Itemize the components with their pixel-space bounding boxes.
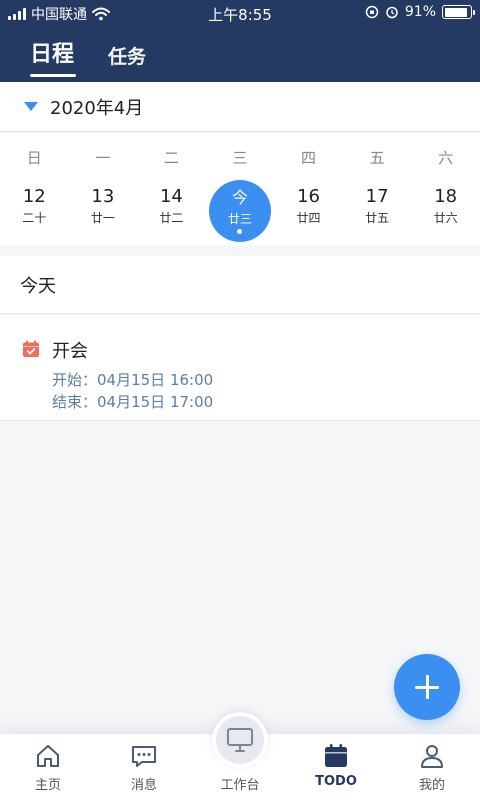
lunar-date: 廿四: [296, 211, 321, 225]
nav-label: 消息: [130, 778, 157, 793]
status-bar: 中国联通 上午8:55 91%: [0, 0, 480, 26]
date-number: 12: [22, 186, 46, 207]
section-title: 今天: [20, 275, 56, 297]
weekday-label: 四: [301, 149, 317, 167]
weekday-label: 三: [232, 149, 248, 167]
lunar-date: 二十: [22, 211, 47, 225]
user-icon: [421, 745, 443, 768]
nav-label: 我的: [418, 778, 445, 793]
date-cell[interactable]: 17 廿五: [343, 180, 412, 242]
status-right: 91%: [365, 4, 475, 20]
alarm-icon: [386, 6, 398, 19]
lunar-date: 廿二: [159, 211, 184, 225]
date-number: 18: [434, 186, 458, 207]
nav-item-todo[interactable]: TODO: [288, 734, 384, 800]
header-tabs: 日程 任务: [0, 30, 480, 80]
date-cell[interactable]: 12 二十: [0, 180, 69, 242]
orientation-lock-icon: [365, 5, 379, 19]
add-event-button[interactable]: [394, 654, 460, 720]
nav-label: TODO: [315, 774, 357, 789]
calendar-icon: [325, 744, 347, 767]
date-cell[interactable]: 13 廿一: [69, 180, 138, 242]
weekday-label: 日: [26, 149, 42, 167]
lunar-date: 廿一: [90, 211, 115, 225]
weekday-row: 日 一 二 三 四 五 六: [0, 147, 480, 168]
section-header-today: 今天: [0, 256, 480, 314]
caret-down-icon[interactable]: [24, 102, 38, 111]
date-row: 12 二十 13 廿一 14 廿二 今 廿三 16 廿四 17 廿五 18 廿六: [0, 180, 480, 242]
lunar-date: 廿三: [227, 212, 252, 226]
nav-label: 工作台: [220, 778, 260, 793]
lunar-date: 廿六: [433, 211, 458, 225]
tab-tasks[interactable]: 任务: [108, 42, 146, 69]
workbench-button[interactable]: [212, 712, 268, 768]
message-icon: [132, 746, 156, 767]
date-number: 16: [297, 186, 320, 207]
weekday-label: 六: [438, 149, 454, 167]
month-label[interactable]: 2020年4月: [50, 94, 143, 120]
nav-label: 主页: [34, 778, 61, 793]
week-strip: 日 一 二 三 四 五 六 12 二十 13 廿一 14 廿二 今 廿三 16 …: [0, 133, 480, 245]
weekday-label: 二: [163, 149, 179, 167]
date-cell[interactable]: 18 廿六: [411, 180, 480, 242]
event-end-time: 结束：04月15日 17:00: [52, 393, 214, 411]
battery-fill: [444, 7, 468, 17]
weekday-label: 一: [95, 149, 111, 167]
tab-schedule[interactable]: 日程: [30, 36, 77, 77]
calendar-event-icon: [23, 340, 39, 357]
date-cell[interactable]: 14 廿二: [137, 180, 206, 242]
monitor-icon: [227, 728, 253, 752]
battery-icon: [442, 5, 475, 19]
date-number: 今: [231, 188, 248, 207]
home-icon: [37, 745, 59, 767]
lunar-date: 廿五: [365, 211, 390, 225]
month-selector[interactable]: 2020年4月: [0, 82, 480, 132]
date-number: 17: [365, 186, 389, 207]
date-number: 13: [91, 186, 115, 207]
app-header: 中国联通 上午8:55 91% 日程 任务: [0, 0, 480, 82]
date-number: 14: [159, 186, 183, 207]
battery-percent: 91%: [404, 4, 436, 20]
nav-item-messages[interactable]: 消息: [96, 734, 192, 800]
workbench-button-inner: [216, 716, 264, 764]
plus-icon: [415, 675, 439, 699]
event-title: 开会: [52, 341, 88, 362]
nav-item-me[interactable]: 我的: [384, 734, 480, 800]
date-cell[interactable]: 16 廿四: [274, 180, 343, 242]
date-cell-today[interactable]: 今 廿三: [206, 180, 275, 242]
nav-item-home[interactable]: 主页: [0, 734, 96, 800]
event-card[interactable]: 开会 开始：04月15日 16:00 结束：04月15日 17:00: [0, 315, 480, 421]
event-start-time: 开始：04月15日 16:00: [52, 371, 214, 389]
weekday-label: 五: [369, 149, 385, 167]
